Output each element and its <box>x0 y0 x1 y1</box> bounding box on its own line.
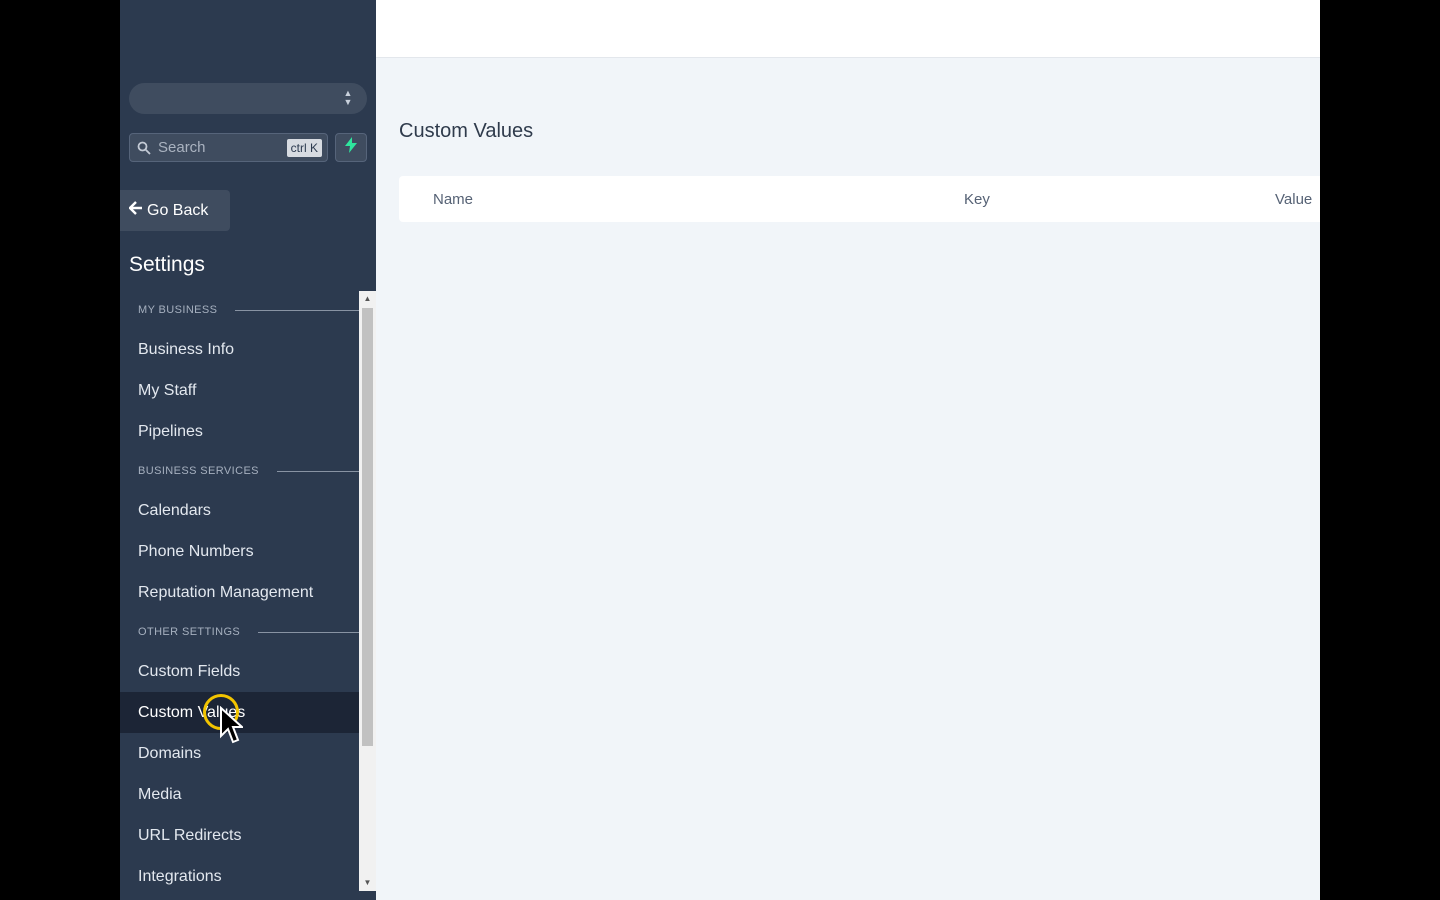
section-header-my-business: MY BUSINESS <box>120 291 359 329</box>
sidebar-item-custom-fields[interactable]: Custom Fields <box>120 651 359 692</box>
scroll-up-arrow-icon[interactable]: ▲ <box>359 291 376 307</box>
top-header-bar <box>376 0 1320 58</box>
main-content: Custom Values Name Key Value <box>376 0 1320 900</box>
go-back-button[interactable]: Go Back <box>120 190 230 231</box>
column-header-value[interactable]: Value <box>1275 191 1312 208</box>
sidebar-item-phone-numbers[interactable]: Phone Numbers <box>120 531 359 572</box>
quick-action-button[interactable] <box>335 133 367 162</box>
menu-scrollbar[interactable]: ▲ ▼ <box>359 291 376 891</box>
scrollbar-thumb[interactable] <box>362 308 373 746</box>
scroll-down-arrow-icon[interactable]: ▼ <box>359 875 376 891</box>
sidebar: ▲▼ ctrl K Go Back Settings MY BUSINESS <box>120 0 376 900</box>
search-input[interactable] <box>158 139 278 156</box>
app-window: ▲▼ ctrl K Go Back Settings MY BUSINESS <box>120 0 1320 900</box>
mouse-cursor-icon <box>220 706 243 744</box>
section-header-other-settings: OTHER SETTINGS <box>120 613 359 651</box>
location-switcher[interactable]: ▲ ▼ <box>129 83 367 114</box>
go-back-label: Go Back <box>147 201 209 219</box>
sidebar-item-reputation-management[interactable]: Reputation Management <box>120 572 359 613</box>
chevron-up-down-icon: ▲ ▼ <box>343 88 353 107</box>
sidebar-item-media[interactable]: Media <box>120 774 359 815</box>
settings-title: Settings <box>129 253 205 276</box>
sidebar-item-my-staff[interactable]: My Staff <box>120 370 359 411</box>
settings-menu: MY BUSINESS Business Info My Staff Pipel… <box>120 291 359 900</box>
page-title: Custom Values <box>399 120 534 142</box>
column-header-name[interactable]: Name <box>433 191 473 208</box>
sidebar-item-integrations[interactable]: Integrations <box>120 856 359 897</box>
search-box[interactable]: ctrl K <box>129 133 328 162</box>
search-icon <box>130 133 158 162</box>
arrow-left-icon <box>128 201 143 220</box>
sidebar-item-pipelines[interactable]: Pipelines <box>120 411 359 452</box>
table-header: Name Key Value <box>399 176 1320 222</box>
section-header-business-services: BUSINESS SERVICES <box>120 452 359 490</box>
sidebar-item-url-redirects[interactable]: URL Redirects <box>120 815 359 856</box>
lightning-icon <box>345 137 357 158</box>
sidebar-item-business-info[interactable]: Business Info <box>120 329 359 370</box>
column-header-key[interactable]: Key <box>964 191 990 208</box>
search-shortcut-badge: ctrl K <box>286 139 322 157</box>
sidebar-item-calendars[interactable]: Calendars <box>120 490 359 531</box>
